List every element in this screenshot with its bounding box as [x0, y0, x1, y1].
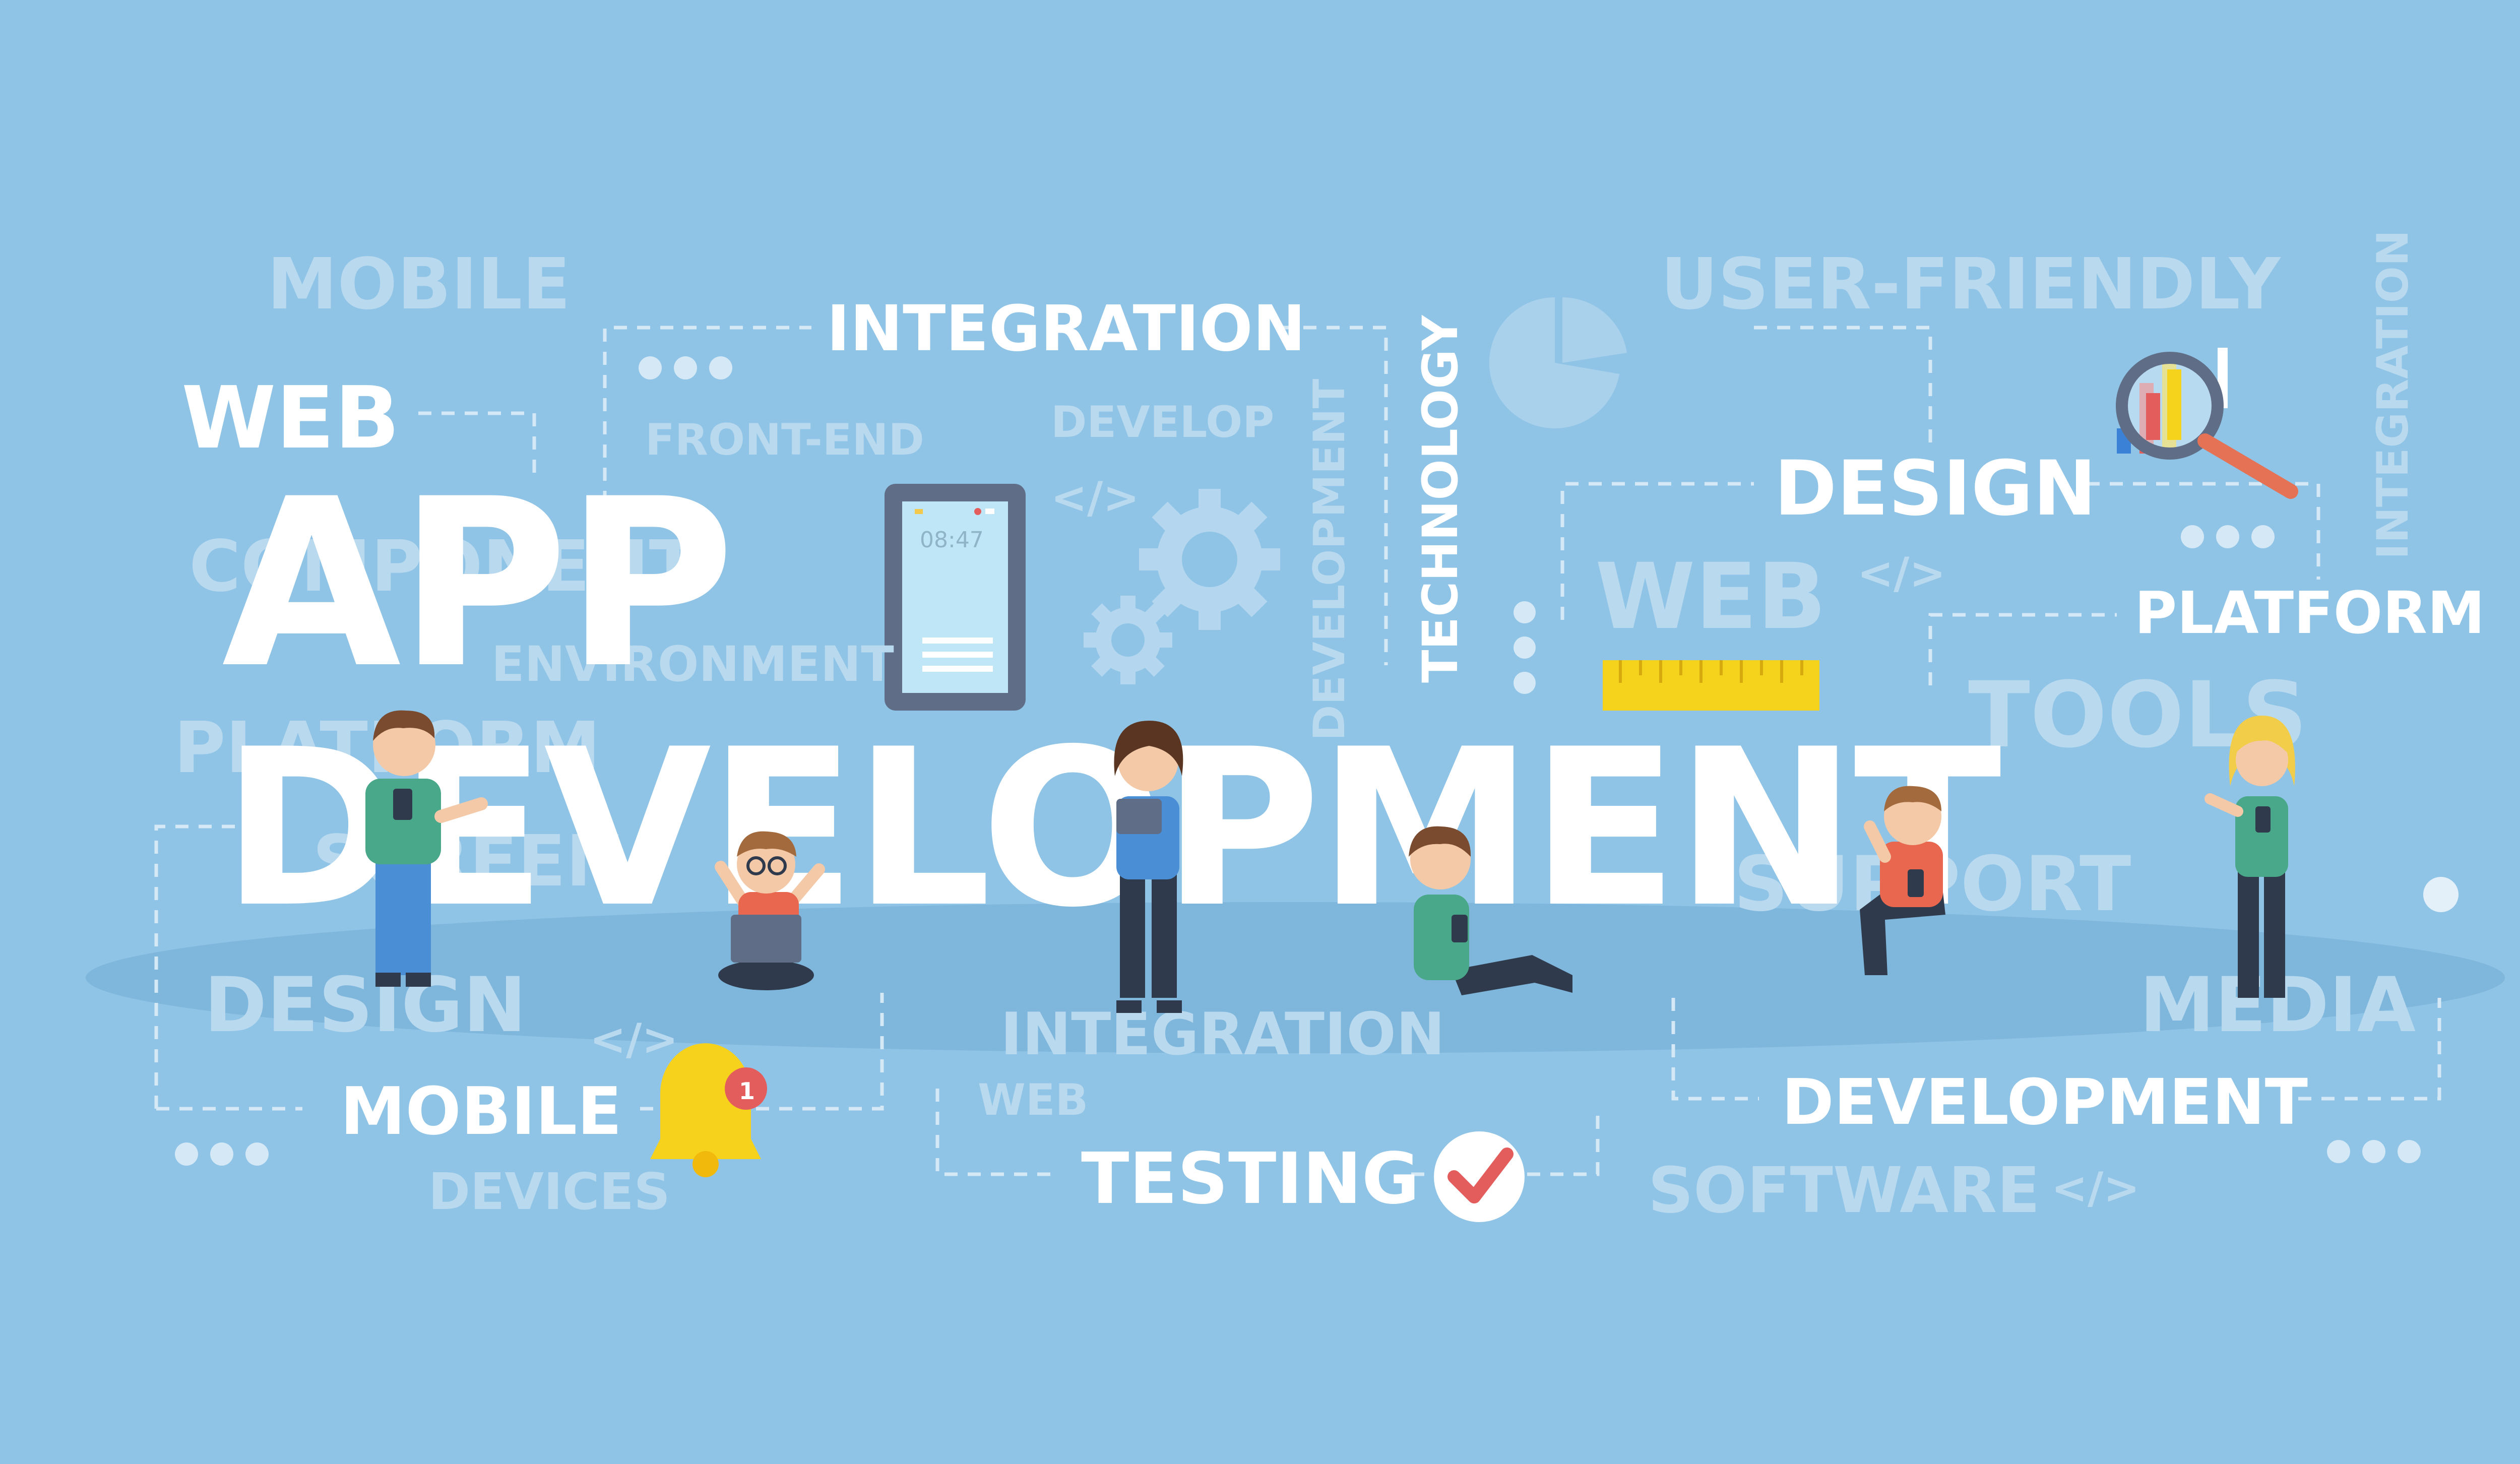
person-woman-tablet [1114, 721, 1183, 1013]
person-man-reclining [1409, 826, 1572, 995]
poster: MOBILE FRONT-END DEVELOP </> DEVELOPMENT… [0, 0, 2520, 1464]
person-woman-blonde [2204, 716, 2295, 998]
person-man-phone [365, 710, 488, 987]
person-boy-laptop [715, 831, 825, 990]
people-illustrations [365, 710, 2295, 1013]
person-man-sitting [1860, 786, 1945, 975]
